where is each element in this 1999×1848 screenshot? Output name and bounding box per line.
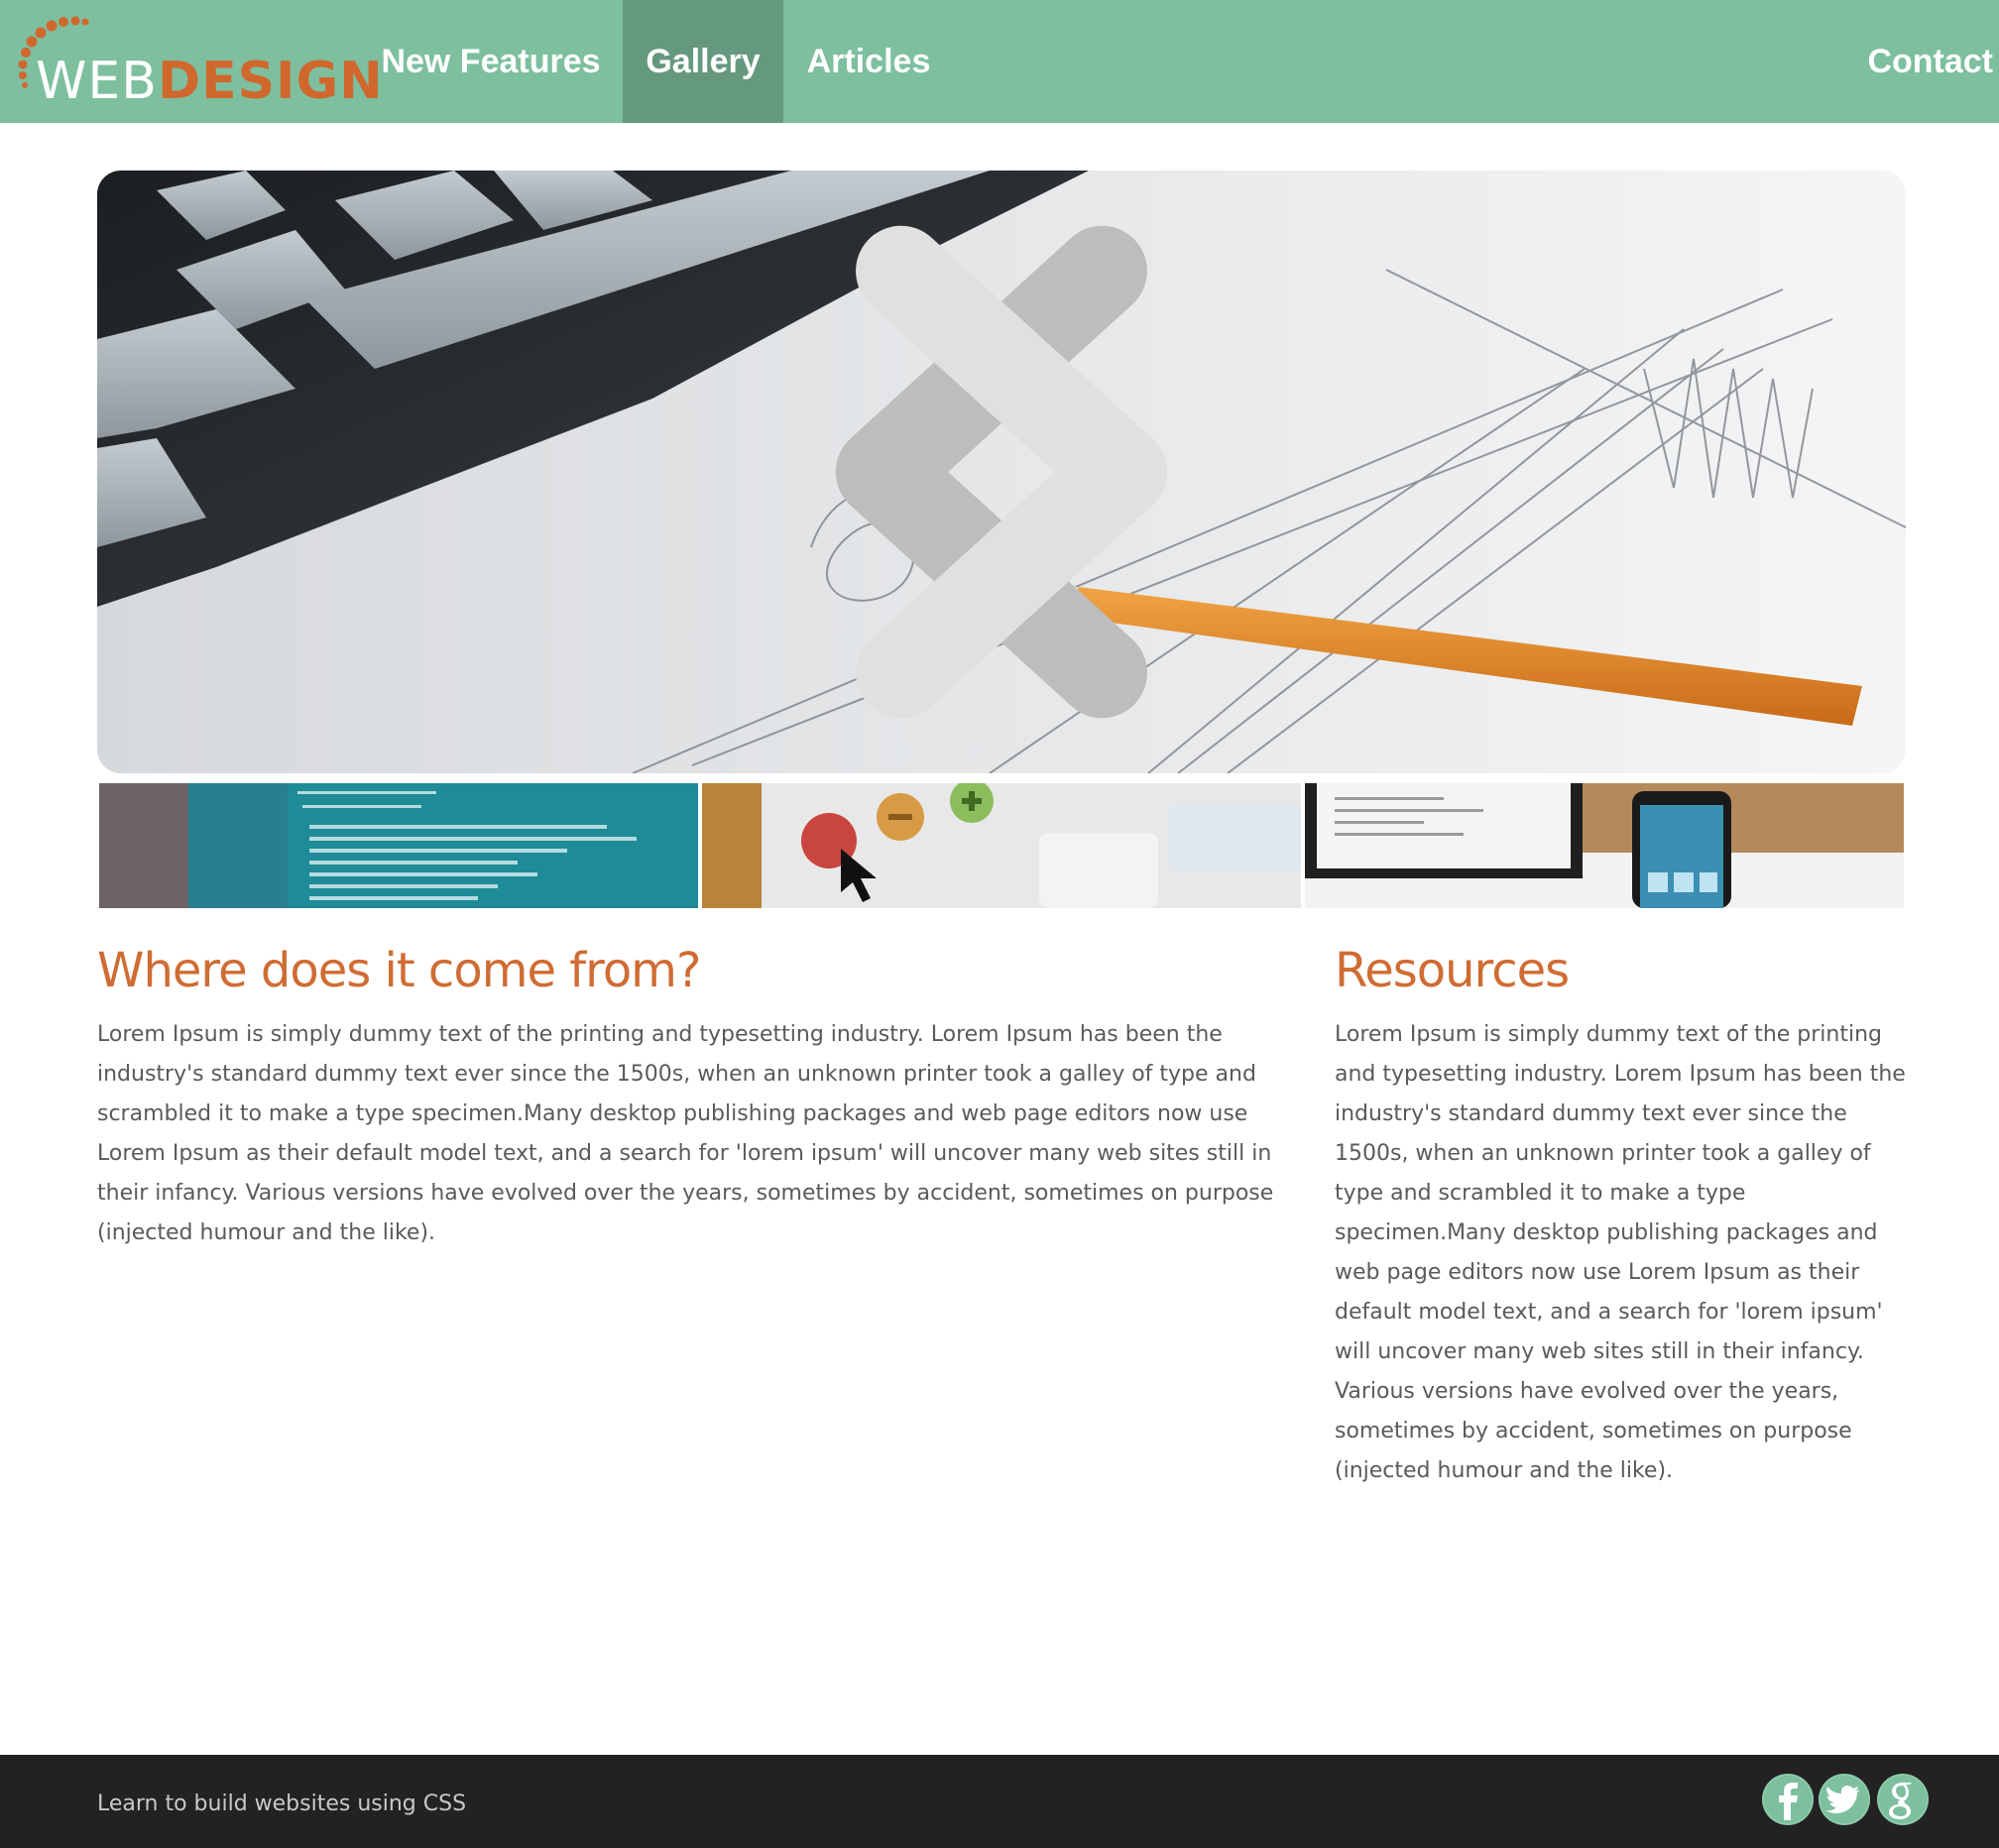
logo-web-text: WEB	[36, 52, 158, 111]
site-header: WEBDESIGN New Features Gallery Articles …	[0, 0, 1999, 123]
devices-thumbnail-image	[1305, 783, 1904, 908]
resources-sidebar: Resources Lorem Ipsum is simply dummy te…	[1335, 936, 1910, 1491]
article-title: Where does it come from?	[97, 943, 701, 998]
logo-design-text: DESIGN	[157, 52, 384, 111]
footer-tagline: Learn to build websites using CSS	[97, 1791, 467, 1816]
google-plus-icon[interactable]	[1876, 1773, 1930, 1826]
nav-new-features[interactable]: New Features	[363, 0, 619, 123]
facebook-icon[interactable]	[1761, 1773, 1815, 1826]
nav-gallery[interactable]: Gallery	[623, 0, 783, 123]
site-logo[interactable]: WEBDESIGN	[14, 14, 383, 111]
site-footer: Learn to build websites using CSS	[0, 1755, 1999, 1848]
hero-slider[interactable]	[97, 171, 1906, 773]
chevron-right-icon[interactable]	[97, 171, 1906, 773]
twitter-icon[interactable]	[1818, 1773, 1871, 1826]
code-thumbnail-image	[99, 783, 698, 908]
article-body: Lorem Ipsum is simply dummy text of the …	[97, 1022, 1274, 1245]
devices-thumbnail[interactable]	[1305, 783, 1904, 908]
window-buttons-thumbnail-image	[702, 783, 1301, 908]
window-buttons-thumbnail[interactable]	[702, 783, 1301, 908]
resources-body: Lorem Ipsum is simply dummy text of the …	[1335, 1022, 1906, 1483]
nav-articles[interactable]: Articles	[783, 0, 954, 123]
resources-title: Resources	[1335, 943, 1570, 998]
main-article: Where does it come from? Lorem Ipsum is …	[97, 936, 1287, 1253]
logo-wordmark: WEBDESIGN	[36, 52, 384, 111]
code-thumbnail[interactable]	[99, 783, 698, 908]
nav-contact[interactable]: Contact	[1844, 0, 1993, 123]
